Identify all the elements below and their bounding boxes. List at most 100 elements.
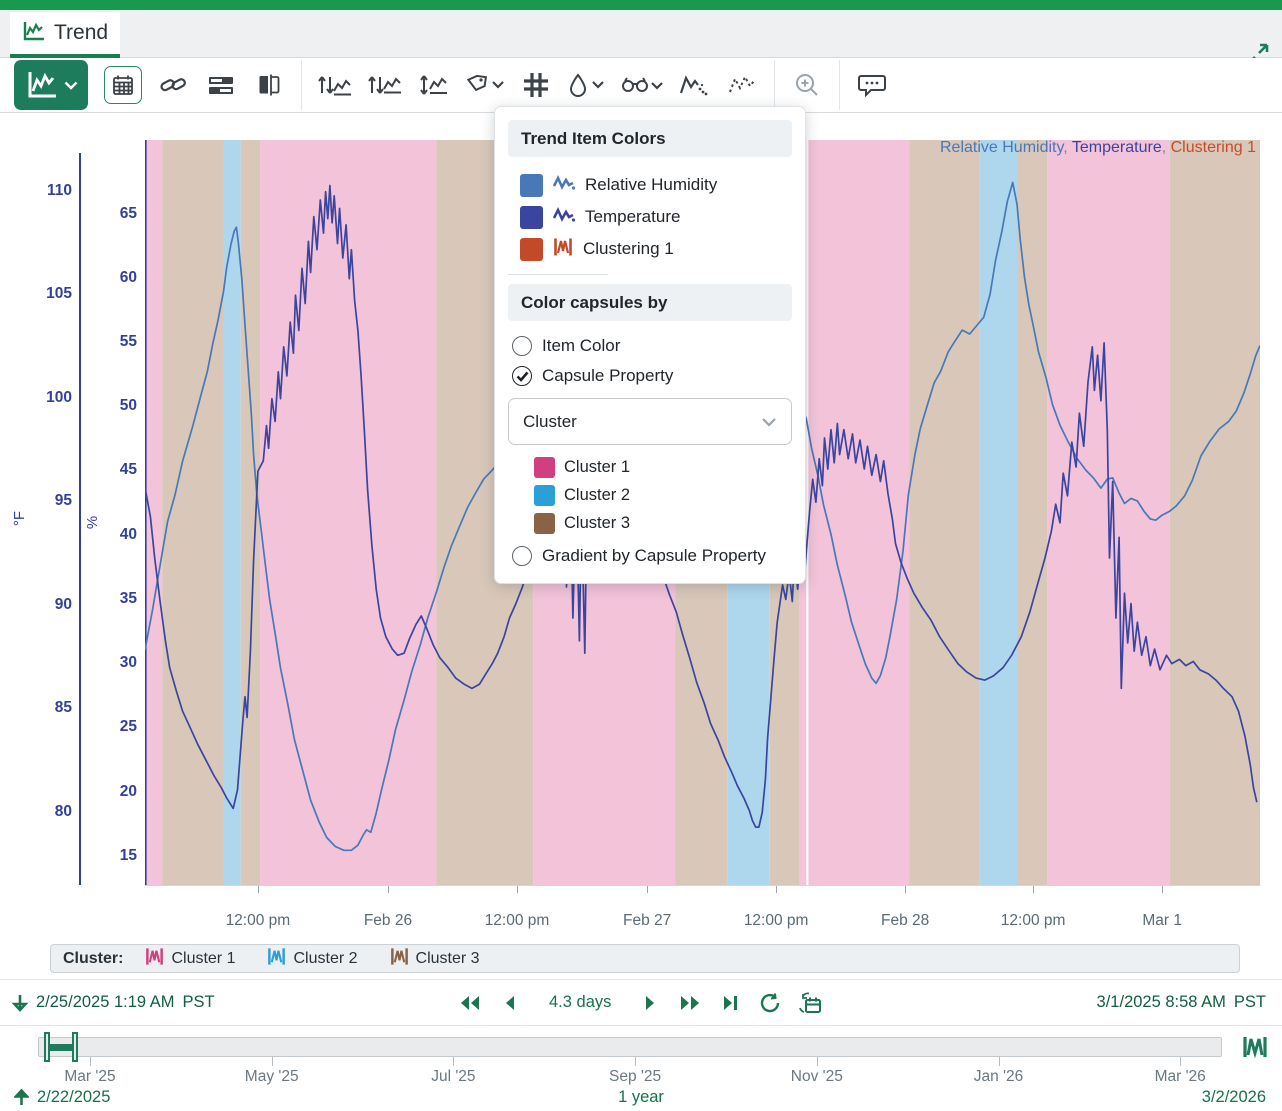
capsule-legend-item[interactable]: Cluster 3 xyxy=(390,947,480,971)
signal-scale-button[interactable] xyxy=(417,65,451,105)
capsule-legend-item[interactable]: Cluster 2 xyxy=(267,947,357,971)
capsule-band[interactable] xyxy=(145,140,162,885)
step-forward-full-button[interactable] xyxy=(675,988,705,1018)
step-to-end-button[interactable] xyxy=(715,988,745,1018)
radio-item-color[interactable]: Item Color xyxy=(508,331,792,361)
zoom-in-button[interactable] xyxy=(790,65,824,105)
handle-right-bracket[interactable] xyxy=(72,1032,78,1062)
investigate-timeline: Mar '25May '25Jul '25Sep '25Nov '25Jan '… xyxy=(0,1025,1282,1111)
capsule-pane-button[interactable] xyxy=(104,66,142,104)
investigate-range-button[interactable] xyxy=(795,988,825,1018)
legend-item[interactable]: Clustering 1 xyxy=(1171,139,1256,156)
timeline-tick-mark xyxy=(817,1057,818,1066)
pct-axis-tick-label: 25 xyxy=(79,718,137,736)
summarize-button[interactable] xyxy=(677,65,711,105)
tab-bar: Trend xyxy=(0,10,1282,58)
compare-view-button[interactable] xyxy=(252,65,286,105)
radio-circle-checked[interactable] xyxy=(512,366,532,386)
legend-item[interactable]: Temperature xyxy=(1072,139,1162,156)
cluster-value-row[interactable]: Cluster 2 xyxy=(508,481,792,509)
step-back-full-button[interactable] xyxy=(455,988,485,1018)
tab-trend[interactable]: Trend xyxy=(10,12,120,58)
cluster-color-swatch[interactable] xyxy=(534,485,555,506)
samples-button[interactable] xyxy=(725,65,759,105)
color-swatch[interactable] xyxy=(520,238,543,261)
timeline-tick-label: May '25 xyxy=(227,1068,317,1086)
signal-range-auto-button[interactable] xyxy=(317,65,353,105)
radio-circle[interactable] xyxy=(512,336,532,356)
timeline-tick-mark xyxy=(90,1057,91,1066)
display-duration[interactable]: 4.3 days xyxy=(549,993,611,1012)
radio-gradient[interactable]: Gradient by Capsule Property xyxy=(508,541,792,571)
trend-item-row[interactable]: Temperature xyxy=(508,201,792,233)
capsule-legend-item[interactable]: Cluster 1 xyxy=(145,947,235,971)
capsule-band[interactable] xyxy=(1170,140,1260,885)
x-axis-tick-label: Feb 26 xyxy=(343,912,433,930)
legend-item[interactable]: Relative Humidity xyxy=(940,139,1063,156)
capsule-icon xyxy=(145,947,164,971)
annotate-button[interactable] xyxy=(855,65,889,105)
pct-axis-tick-label: 65 xyxy=(79,205,137,223)
timeline-tick-mark xyxy=(1180,1057,1181,1066)
dimming-button[interactable] xyxy=(567,65,605,105)
trend-workbench: Trend xyxy=(0,0,1282,1111)
capsule-legend-title: Cluster: xyxy=(63,950,123,968)
step-forward-half-button[interactable] xyxy=(635,988,665,1018)
end-timezone[interactable]: PST xyxy=(1234,993,1266,1012)
capsule-band[interactable] xyxy=(241,140,260,885)
color-swatch[interactable] xyxy=(520,174,543,197)
cluster-value-row[interactable]: Cluster 3 xyxy=(508,509,792,537)
capsule-property-select[interactable]: Cluster xyxy=(508,398,792,445)
timeline-duration[interactable]: 1 year xyxy=(0,1088,1282,1107)
x-axis-tick-mark xyxy=(1162,886,1163,893)
timeline-tick-mark xyxy=(272,1057,273,1066)
zoom-in-icon xyxy=(794,72,820,98)
trend-item-row[interactable]: Relative Humidity xyxy=(508,169,792,201)
color-swatch[interactable] xyxy=(520,206,543,229)
gridlines-button[interactable] xyxy=(519,65,553,105)
display-range-bar: 2/25/2025 1:19 AM PST 4.3 days xyxy=(0,979,1282,1025)
cluster-color-swatch[interactable] xyxy=(534,513,555,534)
radio-circle[interactable] xyxy=(512,546,532,566)
capsule-band[interactable] xyxy=(909,140,979,885)
summarize-icon xyxy=(679,73,709,97)
display-range-end[interactable]: 3/1/2025 8:58 AM PST xyxy=(1097,993,1266,1012)
timeline-range-handle[interactable] xyxy=(44,1032,78,1062)
capsule-band[interactable] xyxy=(808,140,909,885)
trend-item-row[interactable]: Clustering 1 xyxy=(508,233,792,265)
pct-axis-tick-label: 45 xyxy=(79,461,137,479)
timeline-track[interactable] xyxy=(38,1037,1222,1057)
toolbar-separator xyxy=(301,60,302,110)
handle-bar[interactable] xyxy=(48,1044,74,1051)
scale-icon xyxy=(418,73,450,97)
capsule-legend-label: Cluster 3 xyxy=(416,950,480,968)
cluster-color-swatch[interactable] xyxy=(534,457,555,478)
end-datetime[interactable]: 3/1/2025 8:58 AM xyxy=(1097,993,1226,1012)
radio-capsule-property[interactable]: Capsule Property xyxy=(508,361,792,391)
lane-settings-button[interactable] xyxy=(204,65,238,105)
timeline-end[interactable]: 3/2/2026 xyxy=(1202,1088,1266,1107)
pct-axis-tick-label: 40 xyxy=(79,526,137,544)
start-timezone[interactable]: PST xyxy=(183,993,215,1012)
pct-axis-tick-label: 60 xyxy=(79,269,137,287)
refresh-button[interactable] xyxy=(755,988,785,1018)
labels-button[interactable] xyxy=(465,65,505,105)
step-back-half-button[interactable] xyxy=(495,988,525,1018)
display-range-start[interactable]: 2/25/2025 1:19 AM PST xyxy=(12,993,215,1012)
x-axis-tick-label: Feb 27 xyxy=(602,912,692,930)
x-axis-tick-label: 12:00 pm xyxy=(988,912,1078,930)
x-axis-tick-mark xyxy=(258,886,259,893)
investigate-button[interactable] xyxy=(619,65,663,105)
trend-view-button[interactable] xyxy=(14,60,88,110)
capsule-time-icon[interactable] xyxy=(1242,1035,1268,1064)
start-datetime[interactable]: 2/25/2025 1:19 AM xyxy=(36,993,175,1012)
link-items-button[interactable] xyxy=(156,65,190,105)
signal-range-group-button[interactable] xyxy=(367,65,403,105)
timeline-tick-mark xyxy=(453,1057,454,1066)
f-axis-tick-label: 110 xyxy=(14,182,72,200)
capsule-band[interactable] xyxy=(162,140,223,885)
popup-divider xyxy=(508,274,608,275)
trend-view-icon xyxy=(25,69,59,101)
cluster-value-row[interactable]: Cluster 1 xyxy=(508,453,792,481)
auto-scale-icon xyxy=(317,73,353,97)
